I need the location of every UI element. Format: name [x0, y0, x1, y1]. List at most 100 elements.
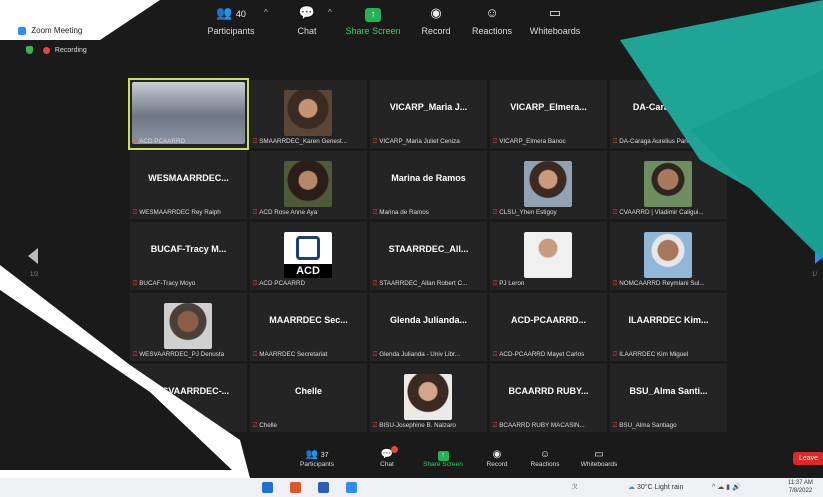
- participant-caption: ⍁ Glenda Julianda - Univ Libr...: [373, 351, 485, 359]
- participant-tile[interactable]: BSU_Alma Santi... ⍁ BSU_Alma Santiago: [610, 364, 727, 432]
- word-app-icon[interactable]: [318, 482, 329, 493]
- weather-icon: ☁: [628, 484, 635, 491]
- participant-caption: ⍁ VICARP_Elmera Banoc: [493, 138, 605, 146]
- next-page-arrow-icon[interactable]: [815, 248, 823, 264]
- participant-tile[interactable]: STAARRDEC_All... ⍁ STAARRDEC_Allan Robert …: [370, 222, 487, 290]
- meeting-toolbar-bottom: 👥 37 Participants 💬 Chat ↑ Share Screen …: [290, 446, 650, 478]
- participant-caption-text: Marina de Ramos: [379, 209, 429, 216]
- participant-tile[interactable]: VICARP_Elmera... ⍁ VICARP_Elmera Banoc: [490, 80, 607, 148]
- clock[interactable]: 11:37 AM 7/8/2022: [788, 479, 813, 495]
- leave-button[interactable]: Leave: [793, 452, 823, 465]
- participant-caption: ⍁ ILAARRDEC Kim Miguel: [613, 351, 725, 359]
- participant-caption: ⍁ BISU-Josephine B. Nalzaro: [373, 422, 485, 430]
- participant-tile[interactable]: ⍁ BISU-Josephine B. Nalzaro: [370, 364, 487, 432]
- participant-caption-text: VICARP_Maria Juliet Ceniza: [379, 138, 460, 145]
- reactions-button[interactable]: ☺ Reactions: [457, 4, 527, 36]
- participant-caption: ⍁ SMAARRDEC_Karen Genest...: [253, 138, 365, 146]
- participant-caption-text: CLSU_Yhen Estigoy: [499, 209, 557, 216]
- whiteboards-label: Whiteboards: [529, 26, 581, 36]
- participant-name: Glenda Julianda...: [389, 315, 468, 325]
- participant-tile[interactable]: ⍁ WESVAARRDEC_PJ Denusta: [130, 293, 247, 361]
- participant-tile[interactable]: ACD-PCAARRD... ⍁ ACD-PCAARRD Mayet Carlos: [490, 293, 607, 361]
- meeting-toolbar-top: 👥 40 Participants ^ 💬 Chat ^ ↑ Share Scr…: [0, 0, 823, 42]
- office-app-icon[interactable]: [290, 482, 301, 493]
- participant-name: WESVAARRDEC-...: [147, 386, 230, 396]
- participant-tile[interactable]: BCAARRD RUBY... ⍁ BCAARRD RUBY MACASIN...: [490, 364, 607, 432]
- pen-icon[interactable]: ℛ: [572, 483, 578, 491]
- participant-tile[interactable]: ⍁ SMAARRDEC_Karen Genest...: [250, 80, 367, 148]
- participant-tile[interactable]: ⍁ CVAARRD | Vladimir Caligui...: [610, 151, 727, 219]
- whiteboards-button[interactable]: ▭ Whiteboards: [520, 4, 590, 36]
- participant-caption: ⍁ BCAARRD RUBY MACASIN...: [493, 422, 605, 430]
- muted-mic-icon: ⍁: [613, 138, 618, 145]
- participant-tile[interactable]: ACD ⍁ ACD PCAARRD: [250, 222, 367, 290]
- mail-app-icon[interactable]: [262, 482, 273, 493]
- page-indicator-right: 1/: [812, 272, 818, 278]
- system-tray-icons[interactable]: ^ ☁ ▮ 🔊: [712, 483, 741, 491]
- participant-tile[interactable]: ⍁ PJ Leron: [490, 222, 607, 290]
- share-screen-icon: ↑: [365, 8, 381, 22]
- participants-button-bottom[interactable]: 👥 37 Participants: [290, 448, 344, 468]
- participant-caption-text: ACD PCAARRD: [139, 138, 186, 145]
- share-screen-button-bottom[interactable]: ↑ Share Screen: [416, 448, 470, 468]
- participant-name: ACD-PCAARRD...: [511, 315, 586, 325]
- zoom-app-icon[interactable]: [346, 482, 357, 493]
- participant-video: [644, 161, 692, 207]
- chat-caret-icon[interactable]: ^: [328, 8, 332, 17]
- participant-tile[interactable]: Glenda Julianda... ⍁ Glenda Julianda - Uni…: [370, 293, 487, 361]
- participant-tile[interactable]: ILAARRDEC Kim... ⍁ ILAARRDEC Kim Miguel: [610, 293, 727, 361]
- participant-tile[interactable]: ⍁ ACD PCAARRD: [128, 78, 249, 150]
- previous-page-arrow-icon[interactable]: [28, 248, 38, 264]
- participant-name: STAARRDEC_All...: [388, 244, 469, 254]
- weather-widget[interactable]: ☁ 30°C Light rain: [628, 483, 683, 491]
- participant-video: [644, 232, 692, 278]
- participant-tile[interactable]: VICARP_Maria J... ⍁ VICARP_Maria Juliet Ce…: [370, 80, 487, 148]
- participant-caption: ⍁ STAARRDEC_Allan Robert C...: [373, 280, 485, 288]
- muted-mic-icon: ⍁: [133, 280, 138, 287]
- muted-mic-icon: ⍁: [613, 280, 618, 287]
- participant-caption-text: BSU_Alma Santiago: [619, 422, 677, 429]
- participant-tile[interactable]: BUCAF-Tracy M... ⍁ BUCAF-Tracy Moyo: [130, 222, 247, 290]
- record-icon: ◉: [492, 449, 502, 460]
- participant-name: BSU_Alma Santi...: [629, 386, 708, 396]
- participants-label-bottom: Participants: [300, 461, 334, 468]
- participant-tile[interactable]: MAARRDEC Sec... ⍁ MAARRDEC Secretariat: [250, 293, 367, 361]
- windows-taskbar: ℛ ☁ 30°C Light rain ^ ☁ ▮ 🔊 11:37 AM 7/8…: [0, 478, 823, 497]
- participant-caption-text: VICARP_Elmera Banoc: [499, 138, 566, 145]
- participant-caption: ⍁ WESMAARRDEC Rey Ralph: [133, 209, 245, 217]
- participant-caption-text: STAARRDEC_Allan Robert C...: [379, 280, 468, 287]
- participant-tile[interactable]: ⍁ ACD Rose Anne Aya: [250, 151, 367, 219]
- participant-name: VICARP_Maria J...: [389, 102, 468, 112]
- participant-tile[interactable]: Marina de Ramos ⍁ Marina de Ramos: [370, 151, 487, 219]
- reactions-label-bottom: Reactions: [530, 461, 560, 468]
- share-screen-button[interactable]: ↑ Share Screen: [338, 4, 408, 36]
- participants-caret-icon[interactable]: ^: [264, 8, 268, 17]
- reactions-button-bottom[interactable]: ☺ Reactions: [518, 448, 572, 468]
- participant-tile[interactable]: Chelle ⍁ Chelle: [250, 364, 367, 432]
- participant-name: VICARP_Elmera...: [510, 102, 587, 112]
- chat-button-bottom[interactable]: 💬 Chat: [360, 446, 414, 468]
- participant-name: WESMAARRDEC...: [148, 173, 229, 183]
- reactions-icon: ☺: [539, 449, 551, 460]
- participant-tile[interactable]: ⍁ NOMCAARRD Reymlani Sul...: [610, 222, 727, 290]
- participant-caption: ⍁ VICARP_Maria Juliet Ceniza: [373, 138, 485, 146]
- whiteboards-icon: ▭: [548, 5, 562, 20]
- logo-emblem-icon: [296, 236, 320, 260]
- participants-button[interactable]: 👥 40 Participants: [196, 4, 266, 36]
- participant-caption-text: BCAARRD RUBY MACASIN...: [499, 422, 585, 429]
- record-button-bottom[interactable]: ◉ Record: [470, 448, 524, 468]
- participants-icon: 👥: [216, 5, 233, 20]
- muted-mic-icon: ⍁: [373, 138, 378, 145]
- whiteboards-button-bottom[interactable]: ▭ Whiteboards: [572, 448, 626, 468]
- muted-mic-icon: ⍁: [253, 280, 258, 287]
- participant-tile[interactable]: WESMAARRDEC... ⍁ WESMAARRDEC Rey Ralph: [130, 151, 247, 219]
- muted-mic-icon: ⍁: [253, 422, 258, 429]
- participant-name: Marina de Ramos: [391, 173, 466, 183]
- participant-tile[interactable]: DA-Caraga Aur... ⍁ DA-Caraga Aurelius Pari…: [610, 80, 727, 148]
- window-title: Zoom Meeting: [18, 26, 82, 35]
- zoom-app-icon: [18, 26, 26, 35]
- participant-caption-text: RDEC-Jylyn Corn...: [139, 422, 195, 429]
- participant-tile[interactable]: ⍁ CLSU_Yhen Estigoy: [490, 151, 607, 219]
- participant-tile[interactable]: WESVAARRDEC-... ⍁ RDEC-Jylyn Corn...: [130, 364, 247, 432]
- muted-mic-icon: ⍁: [373, 280, 378, 287]
